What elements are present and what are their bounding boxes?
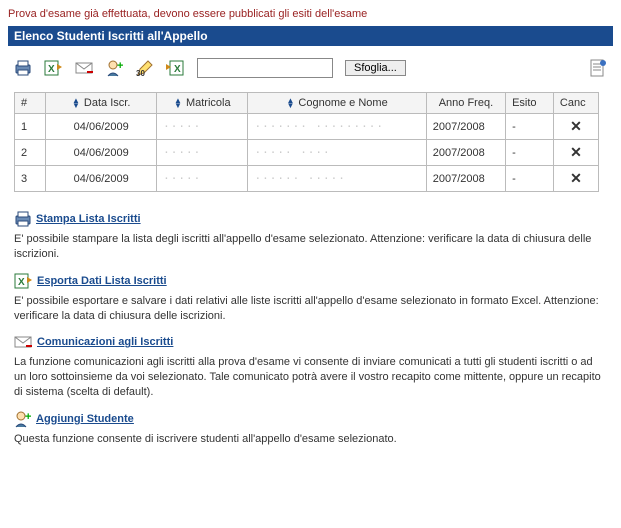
cell-data: 04/06/2009 (46, 114, 157, 140)
export-excel-icon (14, 272, 33, 290)
cell-canc: ✕ (553, 166, 598, 192)
file-path-input[interactable] (197, 58, 333, 78)
cell-matricola: ····· (157, 114, 248, 140)
mail-icon[interactable] (75, 59, 94, 77)
browse-button[interactable]: Sfoglia... (345, 60, 406, 76)
th-esito: Esito (506, 93, 554, 114)
cell-matricola: ····· (157, 166, 248, 192)
help-aggiungi-body: Questa funzione consente di iscrivere st… (14, 432, 607, 447)
sort-arrows-icon[interactable]: ▲▼ (72, 98, 80, 108)
cell-nome: ······ ····· (248, 166, 426, 192)
print-icon (14, 210, 32, 228)
help-link[interactable]: Esporta Dati Lista Iscritti (37, 275, 167, 287)
table-row: 204/06/2009·········· ····2007/2008-✕ (15, 140, 599, 166)
document-icon[interactable] (589, 59, 607, 77)
sort-arrows-icon[interactable]: ▲▼ (287, 98, 295, 108)
cell-data: 04/06/2009 (46, 166, 157, 192)
edit-grades-icon[interactable] (136, 59, 154, 77)
sort-arrows-icon[interactable]: ▲▼ (174, 98, 182, 108)
cell-anno: 2007/2008 (426, 114, 505, 140)
th-matricola[interactable]: ▲▼ Matricola (157, 93, 248, 114)
th-cognome-nome[interactable]: ▲▼ Cognome e Nome (248, 93, 426, 114)
help-comunicazioni-title[interactable]: Comunicazioni agli Iscritti (14, 333, 607, 351)
help-link[interactable]: Aggiungi Studente (36, 413, 134, 425)
delete-icon[interactable]: ✕ (560, 144, 592, 161)
print-icon[interactable] (14, 59, 32, 77)
cell-num: 3 (15, 166, 46, 192)
cell-matricola: ····· (157, 140, 248, 166)
help-comunicazioni-body: La funzione comunicazioni agli iscritti … (14, 355, 607, 400)
help-esporta-body: E' possibile esportare e salvare i dati … (14, 294, 607, 324)
mail-icon (14, 333, 33, 351)
cell-nome: ····· ···· (248, 140, 426, 166)
cell-data: 04/06/2009 (46, 140, 157, 166)
help-link[interactable]: Comunicazioni agli Iscritti (37, 336, 173, 348)
help-aggiungi-title[interactable]: Aggiungi Studente (14, 410, 607, 428)
cell-esito: - (506, 114, 554, 140)
th-label: Matricola (186, 97, 231, 109)
exam-done-notice: Prova d'esame già effettuata, devono ess… (8, 8, 613, 20)
th-anno-freq: Anno Freq. (426, 93, 505, 114)
delete-icon[interactable]: ✕ (560, 118, 592, 135)
add-student-icon[interactable] (106, 59, 124, 77)
cell-anno: 2007/2008 (426, 140, 505, 166)
cell-canc: ✕ (553, 114, 598, 140)
cell-anno: 2007/2008 (426, 166, 505, 192)
help-esporta-title[interactable]: Esporta Dati Lista Iscritti (14, 272, 607, 290)
table-row: 104/06/2009············ ·········2007/20… (15, 114, 599, 140)
delete-icon[interactable]: ✕ (560, 170, 592, 187)
th-canc: Canc (553, 93, 598, 114)
cell-num: 2 (15, 140, 46, 166)
th-num: # (15, 93, 46, 114)
cell-num: 1 (15, 114, 46, 140)
cell-esito: - (506, 166, 554, 192)
help-stampa-body: E' possibile stampare la lista degli isc… (14, 232, 607, 262)
students-table: # ▲▼ Data Iscr. ▲▼ Matricola ▲▼ Cognome … (14, 92, 599, 192)
th-data-iscr[interactable]: ▲▼ Data Iscr. (46, 93, 157, 114)
toolbar: Sfoglia... (8, 54, 613, 92)
th-label: Cognome e Nome (298, 97, 387, 109)
add-student-icon (14, 410, 32, 428)
help-stampa-title[interactable]: Stampa Lista Iscritti (14, 210, 607, 228)
import-excel-icon[interactable] (166, 59, 185, 77)
cell-esito: - (506, 140, 554, 166)
cell-nome: ······· ········· (248, 114, 426, 140)
export-excel-icon[interactable] (44, 59, 63, 77)
help-link[interactable]: Stampa Lista Iscritti (36, 213, 141, 225)
section-header: Elenco Studenti Iscritti all'Appello (8, 26, 613, 46)
table-row: 304/06/2009··········· ·····2007/2008-✕ (15, 166, 599, 192)
cell-canc: ✕ (553, 140, 598, 166)
th-label: Data Iscr. (84, 97, 130, 109)
